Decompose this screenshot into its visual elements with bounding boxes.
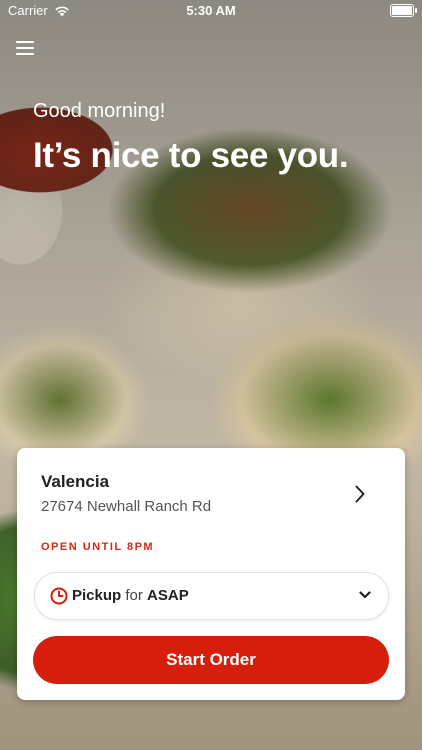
status-bar: Carrier 5:30 AM [0, 0, 422, 22]
order-time: ASAP [147, 587, 189, 604]
clock-icon [50, 587, 68, 605]
greeting-subtitle: Good morning! [33, 100, 166, 122]
pickup-time-selector[interactable]: Pickup for ASAP [34, 572, 389, 620]
location-address: 27674 Newhall Ranch Rd [41, 498, 212, 515]
greeting-title: It’s nice to see you. [33, 136, 349, 175]
start-order-button[interactable]: Start Order [33, 636, 389, 684]
battery-icon [390, 4, 417, 17]
chevron-right-icon [355, 485, 365, 503]
order-card: Valencia 27674 Newhall Ranch Rd OPEN UNT… [17, 448, 405, 700]
hours-status: OPEN UNTIL 8PM [41, 541, 155, 553]
location-selector[interactable]: Valencia 27674 Newhall Ranch Rd [41, 472, 385, 522]
chevron-down-icon [359, 591, 371, 599]
order-mode: Pickup [72, 587, 122, 604]
hamburger-menu-icon[interactable] [16, 40, 34, 56]
pickup-summary: Pickup for ASAP [72, 587, 189, 604]
status-time: 5:30 AM [186, 3, 236, 18]
order-mode-connector: for [125, 587, 143, 604]
location-name: Valencia [41, 472, 110, 491]
